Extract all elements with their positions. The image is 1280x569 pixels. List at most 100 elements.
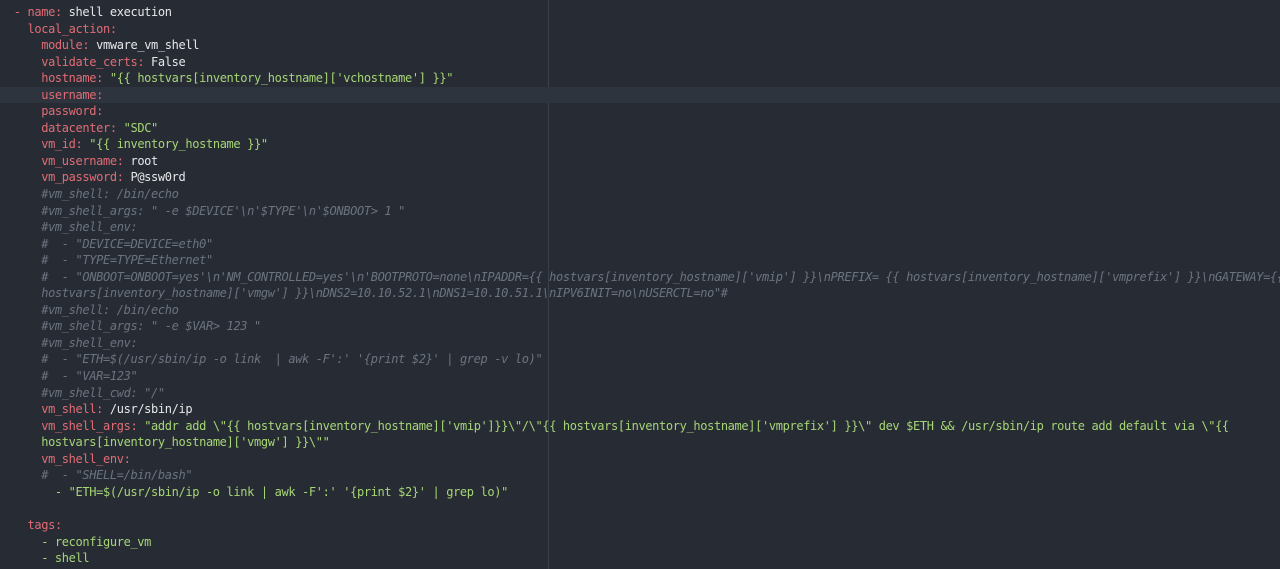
code-line[interactable]: #vm_shell_cwd: "/" (0, 385, 1280, 402)
yaml-key: module (41, 38, 83, 53)
code-line[interactable] (0, 500, 1280, 517)
code-line[interactable]: - name: shell execution (0, 4, 1280, 21)
yaml-value: shell execution (68, 5, 172, 19)
key-separator: : (116, 170, 131, 185)
code-line[interactable]: #vm_shell_args: " -e $VAR> 123 " (0, 318, 1280, 335)
yaml-value: False (151, 54, 186, 69)
yaml-key: tags (27, 517, 55, 532)
key-separator: : (109, 120, 124, 135)
key-separator: : (82, 38, 97, 53)
code-line[interactable]: datacenter: "SDC" (0, 120, 1280, 137)
key-separator: : (96, 104, 103, 119)
code-line[interactable]: password: (0, 103, 1280, 120)
code-line[interactable]: vm_shell_env: (0, 451, 1280, 468)
comment-text: # - "SHELL=/bin/bash" (41, 468, 193, 483)
comment-text: #vm_shell_cwd: "/" (41, 385, 165, 400)
code-line[interactable]: # - "DEVICE=DEVICE=eth0" (0, 236, 1280, 253)
yaml-value: /usr/sbin/ip (109, 402, 193, 417)
comment-text: #vm_shell_args: " -e $DEVICE'\n'$TYPE'\n… (41, 203, 406, 218)
yaml-key: username (41, 87, 97, 102)
code-line[interactable]: vm_id: "{{ inventory_hostname }}" (0, 136, 1280, 153)
key-separator: : (96, 402, 110, 417)
yaml-key: vm_id (41, 137, 76, 152)
code-line[interactable]: vm_username: root (0, 153, 1280, 170)
comment-text: #vm_shell_env: (41, 335, 138, 350)
yaml-key: vm_username (41, 153, 117, 168)
code-line[interactable]: username: (0, 86, 1280, 104)
key-separator: : (96, 71, 110, 86)
line-text: - shell (41, 551, 90, 566)
yaml-key: password (41, 104, 97, 119)
code-line[interactable]: validate_certs: False (0, 54, 1280, 71)
code-line[interactable]: # - "ETH=$(/usr/sbin/ip -o link | awk -F… (0, 351, 1280, 368)
code-line[interactable]: vm_shell: /usr/sbin/ip (0, 401, 1280, 418)
code-line[interactable]: # - "ONBOOT=ONBOOT=yes'\n'NM_CONTROLLED=… (0, 269, 1280, 286)
code-line[interactable]: #vm_shell_env: (0, 335, 1280, 352)
code-line[interactable]: vm_shell_args: "addr add \"{{ hostvars[i… (0, 418, 1280, 435)
key-separator: : (137, 54, 152, 69)
code-line[interactable]: hostvars[inventory_hostname]['vmgw'] }}\… (0, 434, 1280, 451)
code-lines[interactable]: - name: shell execution local_action: mo… (0, 4, 1280, 567)
yaml-key: vm_password (41, 170, 117, 185)
yaml-key: validate_certs (41, 54, 138, 69)
code-line[interactable]: #vm_shell_env: (0, 219, 1280, 236)
yaml-value: root (130, 153, 158, 168)
code-editor[interactable]: - name: shell execution local_action: mo… (0, 0, 1280, 569)
comment-text: #vm_shell: /bin/echo (41, 187, 179, 202)
line-text: hostvars[inventory_hostname]['vmgw'] }}\… (41, 435, 330, 450)
code-line[interactable]: vm_password: P@ssw0rd (0, 169, 1280, 186)
code-line[interactable]: - "ETH=$(/usr/sbin/ip -o link | awk -F':… (0, 484, 1280, 501)
code-line[interactable]: # - "TYPE=TYPE=Ethernet" (0, 252, 1280, 269)
key-separator: : (109, 21, 117, 36)
key-separator: : (54, 517, 62, 532)
code-line[interactable]: - reconfigure_vm (0, 534, 1280, 551)
yaml-key: vm_shell_env (41, 451, 124, 466)
yaml-value: "SDC" (123, 120, 159, 135)
yaml-value: "{{ hostvars[inventory_hostname]['vchost… (109, 71, 454, 86)
key-separator: : (130, 418, 145, 433)
comment-text: # - "ETH=$(/usr/sbin/ip -o link | awk -F… (41, 352, 543, 367)
key-separator: : (75, 137, 90, 152)
code-line[interactable]: module: vmware_vm_shell (0, 37, 1280, 54)
code-line[interactable]: # - "SHELL=/bin/bash" (0, 467, 1280, 484)
code-line[interactable]: tags: (0, 517, 1280, 534)
yaml-key: local_action (27, 21, 110, 36)
yaml-value: "{{ inventory_hostname }}" (89, 137, 268, 152)
comment-text: # - "ONBOOT=ONBOOT=yes'\n'NM_CONTROLLED=… (41, 269, 1280, 284)
list-dash: - (13, 5, 28, 19)
key-separator: : (54, 5, 69, 19)
code-line[interactable]: local_action: (0, 21, 1280, 38)
code-line[interactable]: # - "VAR=123" (0, 368, 1280, 385)
code-line[interactable]: hostvars[inventory_hostname]['vmgw'] }}\… (0, 285, 1280, 302)
code-line[interactable]: #vm_shell: /bin/echo (0, 302, 1280, 319)
yaml-value: P@ssw0rd (130, 170, 186, 185)
code-line[interactable]: - shell (0, 550, 1280, 567)
code-line[interactable]: #vm_shell: /bin/echo (0, 186, 1280, 203)
code-line[interactable]: hostname: "{{ hostvars[inventory_hostnam… (0, 70, 1280, 87)
code-line[interactable]: #vm_shell_args: " -e $DEVICE'\n'$TYPE'\n… (0, 203, 1280, 220)
comment-text: #vm_shell_args: " -e $VAR> 123 " (41, 319, 261, 334)
yaml-key: vm_shell_args (41, 418, 131, 433)
yaml-key: name (27, 5, 55, 19)
